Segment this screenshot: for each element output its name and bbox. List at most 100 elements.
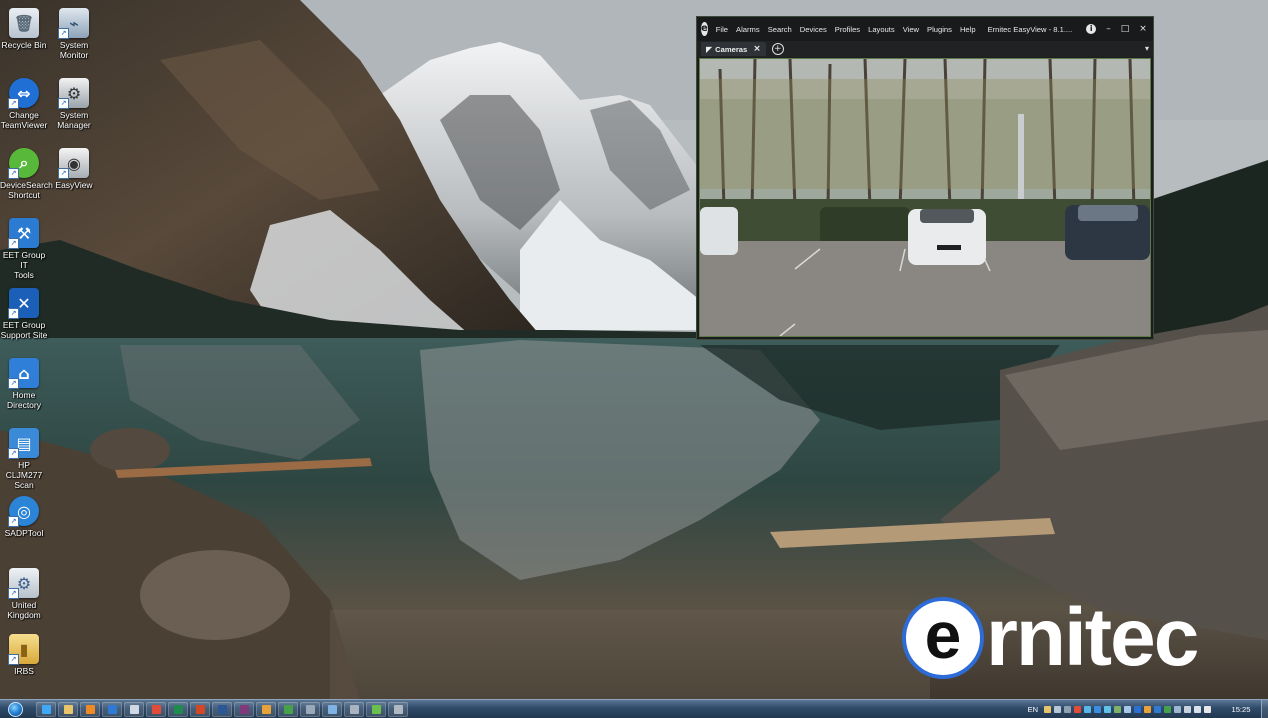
info-icon[interactable]: i	[1086, 24, 1097, 34]
desktop-icon-sadp-tool[interactable]: ◎ ↗ SADPTool	[0, 496, 48, 538]
menu-alarms[interactable]: Alarms	[736, 25, 760, 34]
taskbar-internet-explorer-button[interactable]	[36, 701, 56, 717]
desktop-icon-united-kingdom[interactable]: ⚙ ↗ United Kingdom	[0, 568, 48, 620]
taskbar-chrome-button[interactable]	[146, 701, 166, 717]
tray-mail-icon[interactable]	[1044, 705, 1051, 713]
easyview-window[interactable]: e File Alarms Search Devices Profiles La…	[696, 16, 1154, 340]
camera-image	[700, 59, 1150, 336]
ernitec-logo: e rnitec	[902, 592, 1199, 684]
paint-icon	[261, 704, 271, 714]
menu-profiles[interactable]: Profiles	[835, 25, 860, 34]
system-monitor-icon: ⌁ ↗	[58, 8, 89, 39]
taskbar-file-explorer-button[interactable]	[58, 701, 78, 717]
tray-sync-icon[interactable]	[1064, 705, 1071, 713]
taskbar-tools-button[interactable]	[344, 701, 364, 717]
tray-box-icon[interactable]	[1144, 705, 1151, 713]
sadp-tool-icon: ◎ ↗	[8, 496, 39, 527]
tray-flag-icon[interactable]	[1204, 705, 1211, 713]
title-bar[interactable]: e File Alarms Search Devices Profiles La…	[697, 17, 1153, 41]
teamviewer-icon: ⇔ ↗	[8, 78, 39, 109]
taskbar-remote-desktop-button[interactable]	[322, 701, 342, 717]
desktop-icons: 🗑 Recycle Bin ⌁ ↗ System Monitor ⇔ ↗ Chang…	[0, 0, 100, 700]
start-button[interactable]	[4, 700, 26, 718]
internet-explorer-icon	[41, 704, 51, 714]
close-button[interactable]: ×	[1139, 24, 1147, 34]
desktop-icon-easyview[interactable]: ◉ ↗ EasyView	[50, 148, 98, 190]
desktop-icon-teamviewer[interactable]: ⇔ ↗ Change TeamViewer	[0, 78, 48, 130]
desktop-icon-it-tools[interactable]: ⚒ ↗ EET Group IT Tools	[0, 218, 48, 280]
tray-network-icon[interactable]	[1054, 705, 1061, 713]
chrome-icon	[151, 704, 161, 714]
easyview-icon	[393, 704, 403, 714]
desktop-icon-scanner[interactable]: ▤ ↗ HP CLJM277 Scan	[0, 428, 48, 490]
outlook-icon	[107, 704, 117, 714]
tray-monitor-icon[interactable]	[1184, 705, 1191, 713]
tray-bluetooth-icon[interactable]	[1134, 705, 1141, 713]
maximize-button[interactable]: □	[1121, 24, 1130, 34]
tray-alert-icon[interactable]	[1074, 705, 1081, 713]
tray-device-icon[interactable]	[1174, 705, 1181, 713]
desktop-icon-recycle-bin[interactable]: 🗑 Recycle Bin	[0, 8, 48, 50]
taskbar-pinned-apps	[36, 701, 408, 717]
menu-layouts[interactable]: Layouts	[868, 25, 895, 34]
menu-view[interactable]: View	[903, 25, 919, 34]
taskbar-device-search-button[interactable]	[366, 701, 386, 717]
tray-shield-icon[interactable]	[1114, 705, 1121, 713]
taskbar-media-player-button[interactable]	[80, 701, 100, 717]
scanner-icon: ▤ ↗	[8, 428, 39, 459]
desktop-icon-home-directory[interactable]: ⌂ ↗ Home Directory	[0, 358, 48, 410]
taskbar-excel-button[interactable]	[168, 701, 188, 717]
taskbar-project-button[interactable]	[278, 701, 298, 717]
tray-office-icon[interactable]	[1154, 705, 1161, 713]
taskbar-taskbar-app-button[interactable]	[124, 701, 144, 717]
tab-cameras[interactable]: ◤ Cameras ×	[701, 42, 766, 56]
easyview-logo-icon: e	[701, 22, 708, 36]
tab-menu-chevron-icon[interactable]: ▾	[1145, 44, 1149, 53]
system-tray: EN 15:25	[1028, 700, 1268, 718]
window-title: Ernitec EasyView - 8.1....	[987, 24, 1073, 34]
window-controls: i – □ ×	[1086, 24, 1147, 34]
tray-icons	[1044, 705, 1211, 713]
tray-chat-icon[interactable]	[1104, 705, 1111, 713]
ernitec-logo-e-mark: e	[902, 597, 984, 679]
taskbar-paint-button[interactable]	[256, 701, 276, 717]
desktop-icon-system-manager[interactable]: ⚙ ↗ System Manager	[50, 78, 98, 130]
taskbar-word-button[interactable]	[212, 701, 232, 717]
language-indicator[interactable]: EN	[1028, 705, 1038, 714]
folder-app-icon	[305, 704, 315, 714]
minimize-button[interactable]: –	[1106, 24, 1111, 34]
menu-file[interactable]: File	[716, 25, 728, 34]
desktop-icon-support-site[interactable]: ✕ ↗ EET Group Support Site	[0, 288, 48, 340]
recycle-bin-icon: 🗑	[9, 8, 39, 38]
tab-close-button[interactable]: ×	[753, 44, 761, 54]
desktop-icon-irbs[interactable]: ▮ ↗ IRBS	[0, 634, 48, 676]
menu-help[interactable]: Help	[960, 25, 976, 34]
start-orb-icon	[7, 701, 23, 717]
tray-teamviewer-icon[interactable]	[1094, 705, 1101, 713]
united-kingdom-icon: ⚙ ↗	[8, 568, 39, 599]
taskbar-powerpoint-button[interactable]	[190, 701, 210, 717]
clock[interactable]: 15:25	[1221, 705, 1261, 714]
tray-update-icon[interactable]	[1124, 705, 1131, 713]
taskbar-app-icon	[129, 704, 139, 714]
desktop-icon-device-search[interactable]: ⌕ ↗ DeviceSearch Shortcut	[0, 148, 53, 200]
home-directory-icon: ⌂ ↗	[8, 358, 39, 389]
device-search-icon: ⌕ ↗	[8, 148, 39, 179]
taskbar-easyview-button[interactable]	[388, 701, 408, 717]
taskbar-onenote-button[interactable]	[234, 701, 254, 717]
desktop-icon-system-monitor[interactable]: ⌁ ↗ System Monitor	[50, 8, 98, 60]
show-desktop-button[interactable]	[1261, 700, 1268, 718]
menu-search[interactable]: Search	[768, 25, 792, 34]
powerpoint-icon	[195, 704, 205, 714]
add-tab-button[interactable]: +	[771, 43, 784, 55]
tray-leaf-icon[interactable]	[1164, 705, 1171, 713]
easyview-camera-icon: ◉ ↗	[58, 148, 89, 179]
taskbar-outlook-button[interactable]	[102, 701, 122, 717]
taskbar-folder-app-button[interactable]	[300, 701, 320, 717]
camera-video-feed[interactable]	[699, 58, 1151, 337]
menu-plugins[interactable]: Plugins	[927, 25, 952, 34]
tray-volume-icon[interactable]	[1194, 705, 1201, 713]
word-icon	[217, 704, 227, 714]
menu-devices[interactable]: Devices	[800, 25, 827, 34]
tray-app-icon[interactable]	[1084, 705, 1091, 713]
